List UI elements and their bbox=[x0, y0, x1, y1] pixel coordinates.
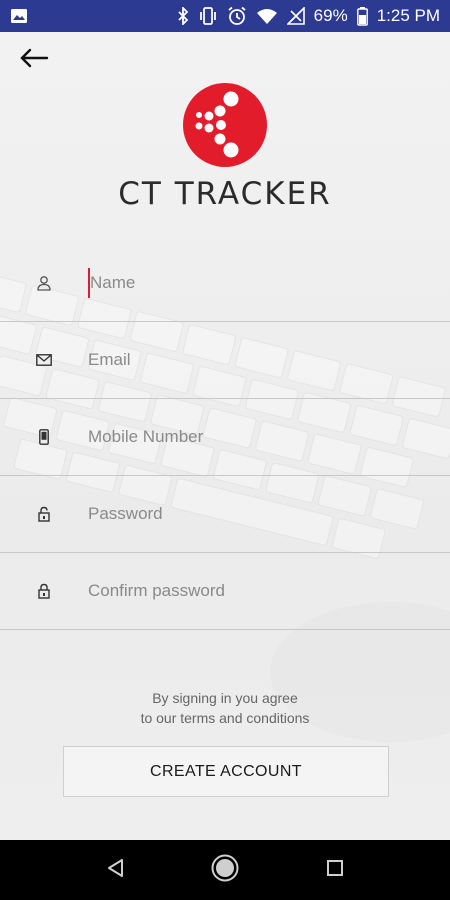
name-input[interactable] bbox=[88, 268, 440, 298]
confirm-password-field-row bbox=[0, 553, 450, 630]
status-bar: 69% 1:25 PM bbox=[0, 0, 450, 32]
nav-back-button[interactable] bbox=[95, 850, 135, 890]
terms-line-2: to our terms and conditions bbox=[140, 710, 310, 726]
app-title: CT TRACKER bbox=[118, 176, 332, 212]
image-icon bbox=[10, 8, 28, 24]
nav-home-icon bbox=[210, 853, 240, 888]
ct-tracker-logo bbox=[183, 83, 267, 167]
nav-back-icon bbox=[106, 858, 124, 883]
app-logo-block: CT TRACKER bbox=[0, 82, 450, 212]
signup-screen: CT TRACKER Name Email Mobile Number By s… bbox=[0, 32, 450, 840]
confirm-password-input[interactable] bbox=[88, 576, 440, 606]
clock-time: 1:25 PM bbox=[376, 6, 440, 25]
terms-line-1: By signing in you agree bbox=[152, 690, 298, 706]
navigation-bar bbox=[0, 840, 450, 900]
back-button[interactable] bbox=[14, 44, 54, 76]
battery-percent: 69% bbox=[313, 6, 348, 25]
lock-icon bbox=[36, 583, 52, 599]
signal-icon bbox=[286, 7, 305, 25]
email-field-row bbox=[0, 322, 450, 399]
mobile-number-input[interactable] bbox=[88, 422, 440, 452]
alarm-icon bbox=[227, 6, 247, 26]
battery-icon bbox=[356, 6, 368, 26]
signup-form bbox=[0, 245, 450, 630]
email-input[interactable] bbox=[88, 345, 440, 375]
lock-icon bbox=[36, 506, 52, 522]
create-account-button[interactable]: CREATE ACCOUNT bbox=[63, 746, 389, 797]
phone-icon bbox=[36, 429, 52, 445]
person-icon bbox=[36, 275, 52, 291]
wifi-icon bbox=[256, 7, 278, 25]
nav-recents-icon bbox=[326, 859, 344, 882]
mobile-field-row bbox=[0, 399, 450, 476]
mail-icon bbox=[36, 352, 52, 368]
terms-text: By signing in you agree to our terms and… bbox=[0, 688, 450, 728]
password-input[interactable] bbox=[88, 499, 440, 529]
vibrate-icon bbox=[198, 7, 218, 25]
password-field-row bbox=[0, 476, 450, 553]
nav-recents-button[interactable] bbox=[315, 850, 355, 890]
arrow-left-icon bbox=[19, 48, 49, 73]
name-field-row bbox=[0, 245, 450, 322]
nav-home-button[interactable] bbox=[205, 850, 245, 890]
bluetooth-icon bbox=[177, 7, 189, 25]
